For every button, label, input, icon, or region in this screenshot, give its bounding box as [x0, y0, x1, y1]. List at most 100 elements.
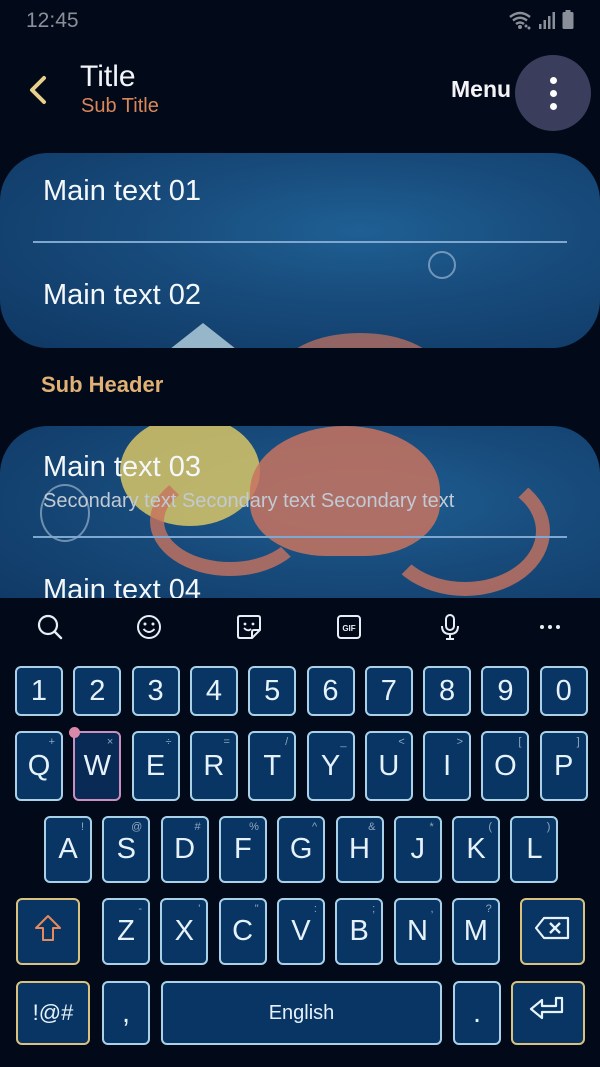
key-label: E — [145, 749, 166, 782]
key-0[interactable]: 0 — [539, 666, 588, 716]
key-j[interactable]: J * — [393, 816, 442, 883]
key-x[interactable]: X ' — [160, 898, 209, 965]
key-label: L — [526, 833, 543, 865]
enter-key[interactable] — [511, 981, 585, 1045]
key-label: O — [494, 749, 517, 782]
key-5[interactable]: 5 — [248, 666, 297, 716]
status-bar: 12:45 — [0, 0, 600, 42]
signal-icon — [538, 10, 556, 35]
enter-icon — [528, 994, 568, 1032]
list-group-2: Main text 03 Secondary text Secondary te… — [0, 426, 600, 616]
key-q[interactable]: Q + — [15, 731, 63, 801]
key-d[interactable]: D # — [160, 816, 209, 883]
key-k[interactable]: K( — [452, 816, 501, 883]
list-item[interactable]: Main text 01 — [0, 153, 600, 243]
key-a[interactable]: A! — [44, 816, 92, 883]
key-y[interactable]: Y _ — [306, 731, 355, 801]
key-6[interactable]: 6 — [306, 666, 355, 716]
key-secondary-symbol: ( — [488, 821, 493, 833]
key-p[interactable]: P] — [539, 731, 588, 801]
shift-key[interactable] — [16, 898, 80, 965]
more-vertical-icon-dot — [549, 102, 557, 110]
key-g[interactable]: G ^ — [277, 816, 326, 883]
key-f[interactable]: F% — [218, 816, 267, 883]
key-label: Q — [27, 749, 51, 782]
key-label: G — [289, 833, 313, 865]
key-m[interactable]: M? — [451, 898, 500, 965]
key-o[interactable]: O[ — [481, 731, 530, 801]
key-9[interactable]: 9 — [481, 666, 530, 716]
key-s[interactable]: S @ — [102, 816, 151, 883]
period-key-label: . — [472, 996, 482, 1029]
period-key[interactable]: . — [453, 981, 501, 1045]
key-t[interactable]: T / — [248, 731, 297, 801]
keyboard-toolbar: GIF — [0, 598, 600, 654]
key-label: M — [463, 915, 488, 947]
space-key[interactable]: English — [161, 981, 442, 1045]
key-label: K — [466, 833, 486, 865]
key-secondary-symbol: # — [194, 821, 201, 833]
key-label: S — [116, 833, 136, 865]
gif-icon[interactable]: GIF — [332, 610, 366, 644]
microphone-icon[interactable] — [433, 610, 467, 644]
list-item-secondary-text: Secondary text Secondary text Secondary … — [43, 490, 455, 512]
sticker-icon[interactable] — [232, 610, 266, 644]
key-label: 2 — [89, 674, 106, 707]
comma-key[interactable]: , — [102, 981, 150, 1045]
key-u[interactable]: U < — [364, 731, 413, 801]
key-label: J — [410, 833, 426, 865]
more-horizontal-icon[interactable] — [533, 610, 567, 644]
backspace-key[interactable] — [520, 898, 585, 965]
list-item[interactable]: Main text 02 — [0, 245, 600, 348]
space-key-label: English — [268, 1001, 335, 1024]
back-button[interactable] — [22, 72, 54, 112]
keyboard: GIF 1 2 3 4 5 6 7 8 9 0 Q + W × E ÷ R = T / Y _ U < I > O[P] A! S @ D #… — [0, 598, 600, 1067]
key-label: 5 — [264, 674, 281, 707]
key-w[interactable]: W × — [69, 727, 122, 801]
key-label: D — [174, 833, 196, 865]
key-v[interactable]: V: — [276, 898, 325, 965]
key-7[interactable]: 7 — [364, 666, 413, 716]
key-label: 9 — [497, 674, 514, 707]
key-label: 7 — [380, 674, 397, 707]
key-c[interactable]: C " — [218, 898, 267, 965]
key-label: U — [378, 749, 400, 782]
symbols-key[interactable]: !@# — [16, 981, 90, 1045]
emoji-icon[interactable] — [132, 610, 166, 644]
key-label: W — [83, 749, 111, 782]
key-n[interactable]: N, — [393, 898, 442, 965]
key-label: Z — [117, 915, 135, 947]
page-title: Title — [80, 60, 136, 93]
key-label: Y — [320, 749, 341, 782]
status-icons — [508, 10, 574, 35]
backspace-icon — [534, 915, 572, 949]
key-2[interactable]: 2 — [73, 666, 122, 716]
key-3[interactable]: 3 — [131, 666, 180, 716]
search-icon[interactable] — [33, 610, 67, 644]
key-8[interactable]: 8 — [423, 666, 472, 716]
key-r[interactable]: R = — [189, 731, 238, 801]
key-label: X — [174, 915, 194, 947]
wifi-icon — [508, 10, 532, 35]
key-label: N — [407, 915, 428, 947]
key-label: A — [58, 833, 78, 865]
key-h[interactable]: H & — [335, 816, 384, 883]
app-bar: Title Sub Title Menu — [0, 50, 600, 135]
list-item[interactable]: Main text 03 Secondary text Secondary te… — [0, 426, 600, 536]
key-secondary-symbol: × — [106, 736, 114, 748]
key-4[interactable]: 4 — [189, 666, 238, 716]
sub-header: Sub Header — [41, 372, 164, 397]
key-secondary-symbol: _ — [340, 736, 347, 748]
key-label: R — [203, 749, 225, 782]
menu-button[interactable]: Menu — [451, 76, 511, 103]
key-l[interactable]: L) — [510, 816, 559, 883]
key-label: B — [349, 915, 369, 947]
key-secondary-symbol: ' — [198, 903, 201, 915]
key-1[interactable]: 1 — [15, 666, 63, 716]
key-i[interactable]: I > — [423, 731, 472, 801]
key-b[interactable]: B; — [335, 898, 384, 965]
key-e[interactable]: E ÷ — [131, 731, 180, 801]
key-z[interactable]: Z- — [102, 898, 150, 965]
more-options-button[interactable] — [515, 55, 591, 131]
list-item-main-text: Main text 01 — [43, 175, 201, 207]
